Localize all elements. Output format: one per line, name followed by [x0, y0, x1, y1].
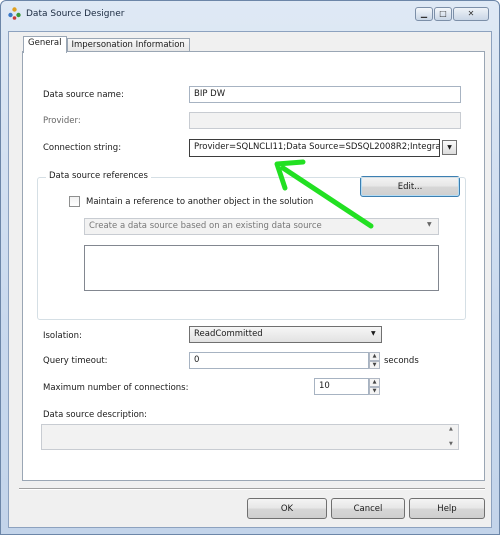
maximize-button[interactable]: □	[434, 7, 452, 21]
ok-button[interactable]: OK	[247, 498, 327, 519]
window-title: Data Source Designer	[26, 9, 125, 19]
isolation-select[interactable]: ReadCommitted	[189, 326, 382, 343]
isolation-chevron-down-icon: ▼	[371, 330, 376, 337]
query-timeout-stepper[interactable]: ▲ ▼	[369, 352, 380, 369]
provider-field	[189, 112, 461, 129]
data-source-name-input[interactable]: BIP DW	[189, 86, 461, 103]
tab-general[interactable]: General	[23, 36, 67, 53]
caption-buttons: ▁ □ ✕	[415, 7, 489, 21]
spin-up-icon[interactable]: ▲	[369, 378, 380, 387]
data-source-name-label: Data source name:	[43, 90, 124, 100]
max-connections-input[interactable]: 10	[314, 378, 369, 395]
create-data-source-combobox: Create a data source based on an existin…	[84, 218, 439, 235]
minimize-button[interactable]: ▁	[415, 7, 433, 21]
dialog-client-area: General Impersonation Information Data s…	[8, 31, 492, 528]
data-source-references-list[interactable]	[84, 245, 439, 291]
maximize-icon: □	[439, 9, 447, 18]
data-source-references-title: Data source references	[46, 171, 151, 181]
description-scroll-up-icon[interactable]: ▲	[449, 426, 453, 432]
footer-separator	[19, 488, 485, 490]
connection-string-label: Connection string:	[43, 143, 122, 153]
query-timeout-input[interactable]: 0	[189, 352, 369, 369]
spin-down-icon[interactable]: ▼	[369, 360, 380, 369]
minimize-icon: ▁	[420, 9, 428, 18]
combo-chevron-down-icon: ▼	[427, 221, 432, 228]
close-icon: ✕	[467, 9, 475, 18]
description-textarea[interactable]	[41, 424, 459, 450]
provider-label: Provider:	[43, 116, 81, 126]
cancel-button[interactable]: Cancel	[331, 498, 405, 519]
general-tab-page: Data source name: BIP DW Provider: Conne…	[22, 51, 485, 481]
help-button[interactable]: Help	[409, 498, 485, 519]
max-connections-stepper[interactable]: ▲ ▼	[369, 378, 380, 395]
spin-up-icon[interactable]: ▲	[369, 352, 380, 361]
tab-strip: General Impersonation Information	[23, 36, 190, 53]
description-scroll-down-icon[interactable]: ▼	[449, 441, 453, 447]
connection-string-dropdown-button[interactable]: ▼	[442, 140, 457, 155]
max-connections-label: Maximum number of connections:	[43, 383, 189, 393]
title-bar[interactable]: Data Source Designer ▁ □ ✕	[1, 1, 499, 27]
isolation-label: Isolation:	[43, 331, 82, 341]
data-source-designer-icon	[8, 7, 21, 20]
query-timeout-unit: seconds	[384, 356, 419, 366]
query-timeout-label: Query timeout:	[43, 356, 108, 366]
dialog-window: Data Source Designer ▁ □ ✕ General Imper…	[0, 0, 500, 535]
green-arrow-annotation	[274, 159, 374, 229]
description-label: Data source description:	[43, 410, 148, 420]
close-button[interactable]: ✕	[453, 7, 489, 21]
chevron-down-icon: ▼	[447, 144, 452, 151]
spin-down-icon[interactable]: ▼	[369, 386, 380, 395]
maintain-reference-checkbox[interactable]	[69, 196, 80, 207]
